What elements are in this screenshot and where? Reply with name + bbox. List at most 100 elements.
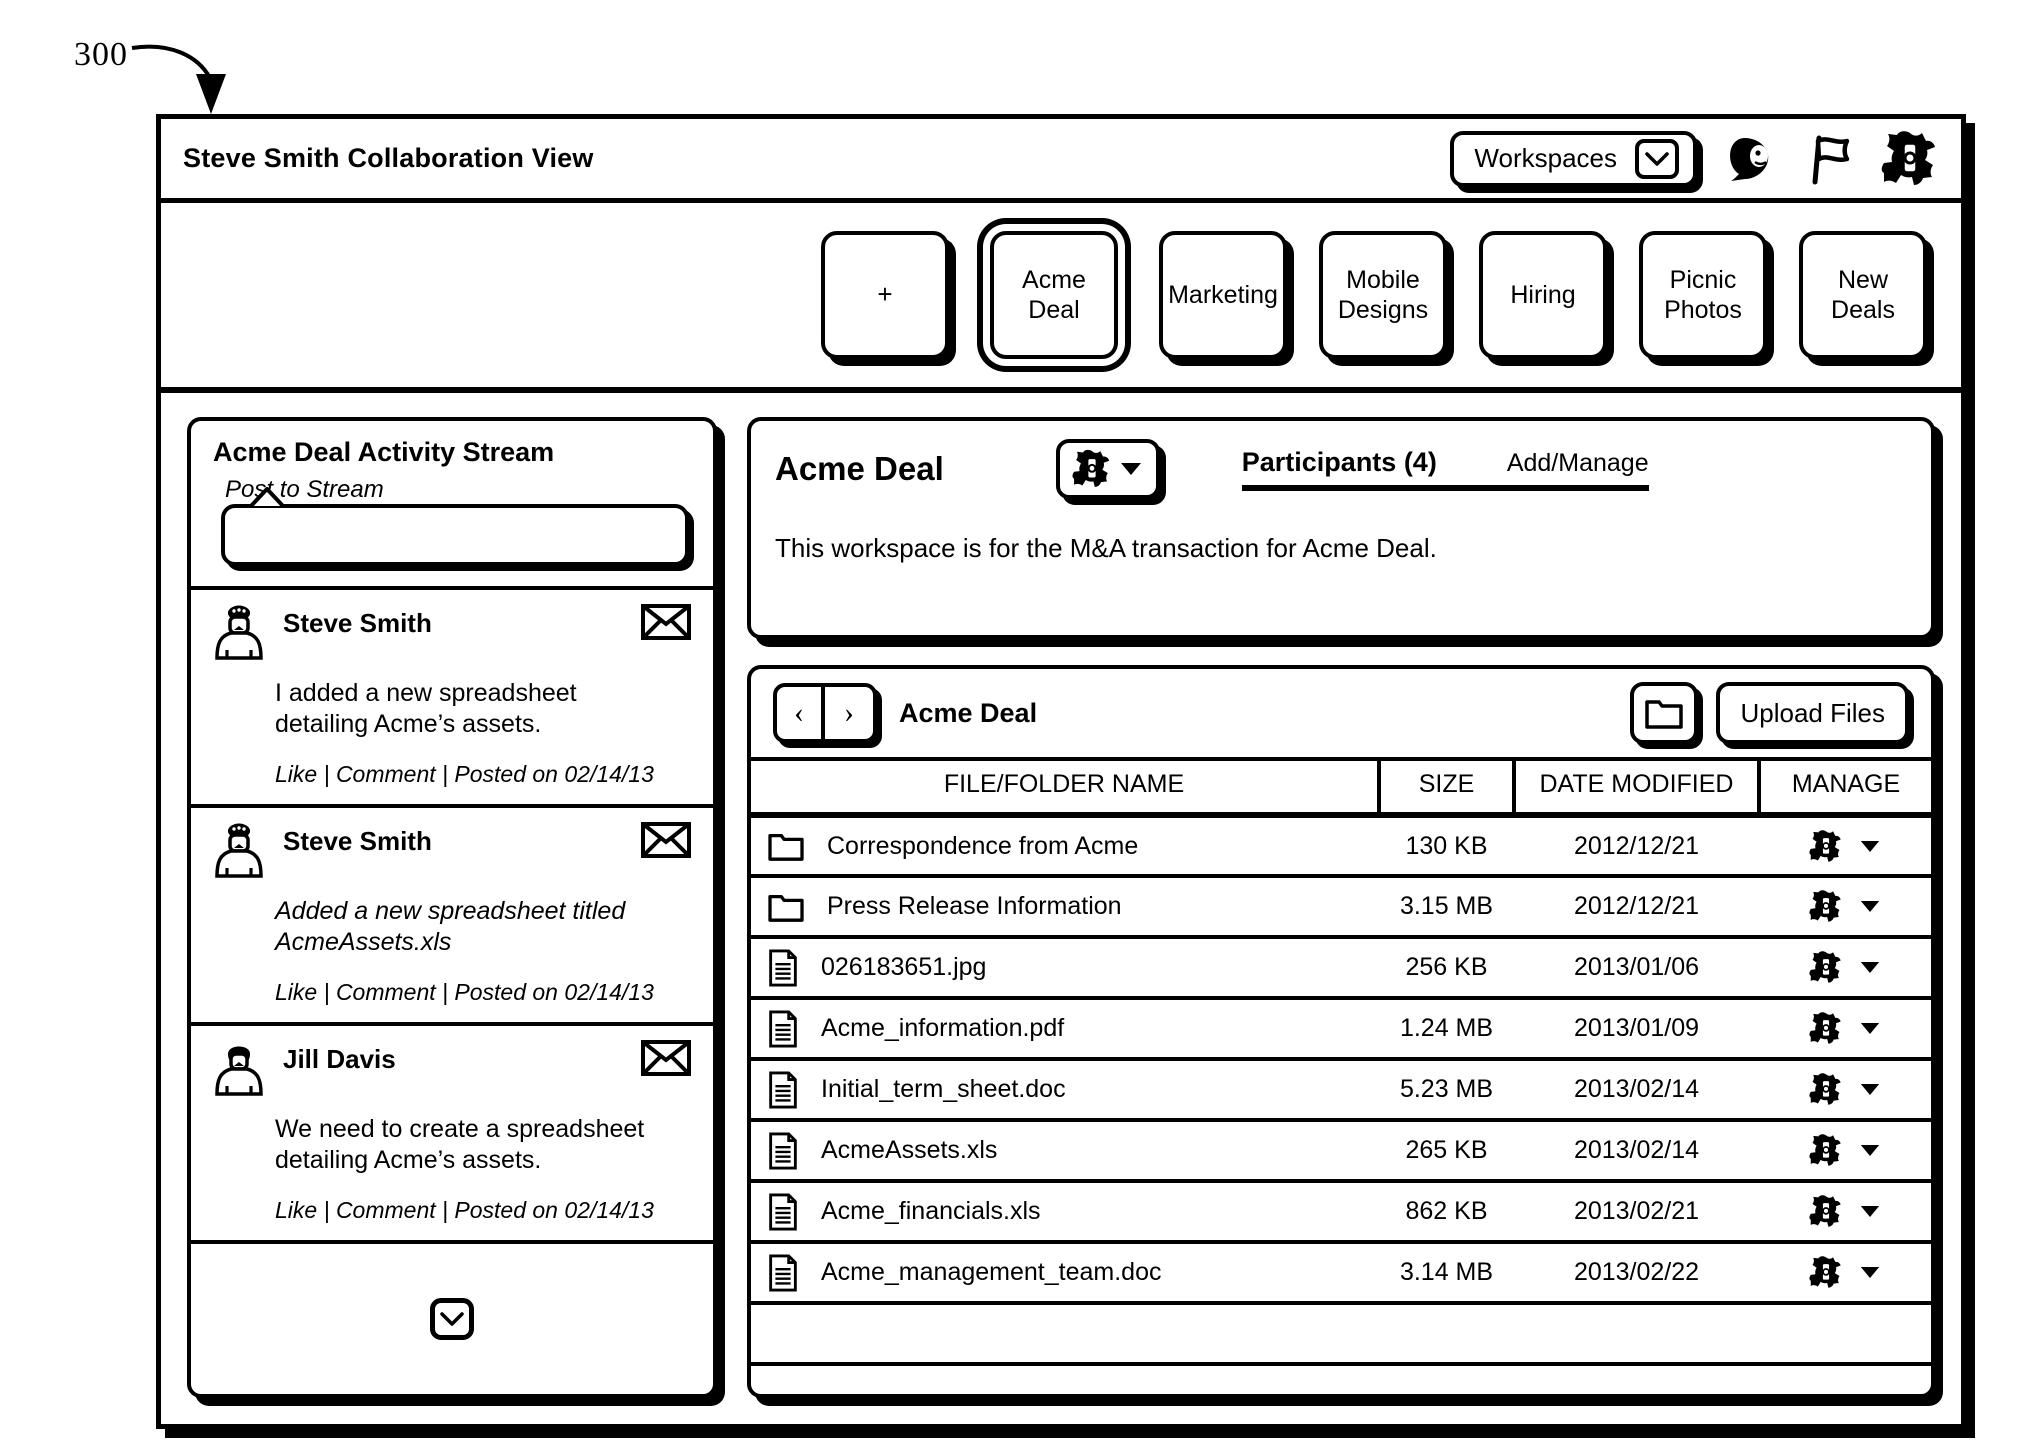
gear-icon: [1809, 951, 1841, 983]
add-workspace-tab[interactable]: +: [821, 231, 949, 359]
add-manage-participants-link[interactable]: Add/Manage: [1507, 449, 1649, 478]
post-compose-wrap: [191, 487, 713, 586]
file-manage-menu[interactable]: [1759, 890, 1931, 923]
participants-bar: Participants (4) Add/Manage: [1241, 447, 1649, 491]
activity-post-author: Steve Smith: [283, 608, 432, 638]
workspace-settings-button[interactable]: [1055, 439, 1160, 499]
post-compose-input[interactable]: [221, 504, 689, 566]
caret-down-icon: [1860, 1023, 1880, 1034]
table-row[interactable]: 026183651.jpg 256 KB 2013/01/06: [751, 937, 1931, 1000]
upload-files-button[interactable]: Upload Files: [1716, 682, 1909, 744]
workspace-tab-picnic-photos[interactable]: Picnic Photos: [1639, 231, 1767, 359]
activity-post-actions[interactable]: Like | Comment | Posted on 02/14/13: [275, 979, 691, 1006]
file-name: Press Release Information: [827, 892, 1122, 920]
file-date-modified: 2012/12/21: [1514, 876, 1759, 939]
document-icon: [769, 1009, 797, 1048]
forward-button[interactable]: ›: [825, 687, 873, 739]
envelope-icon[interactable]: [641, 822, 691, 858]
envelope-icon[interactable]: [641, 604, 691, 640]
table-row[interactable]: Acme_information.pdf 1.24 MB 2013/01/09: [751, 998, 1931, 1061]
flag-icon[interactable]: [1805, 132, 1855, 186]
file-browser-panel: ‹ › Acme Deal Upload Files FILE/FOLDER N…: [747, 665, 1935, 1398]
back-button[interactable]: ‹: [777, 687, 825, 739]
column-header-manage: MANAGE: [1759, 757, 1931, 818]
chevron-down-icon[interactable]: [430, 1298, 474, 1340]
folder-icon: [768, 834, 804, 861]
workspaces-dropdown[interactable]: Workspaces: [1450, 130, 1697, 187]
file-name: Initial_term_sheet.doc: [821, 1075, 1066, 1103]
file-manage-menu[interactable]: [1759, 829, 1931, 863]
caret-down-icon: [1860, 1267, 1880, 1278]
file-name: AcmeAssets.xls: [821, 1136, 998, 1164]
file-manage-menu[interactable]: [1759, 1195, 1931, 1228]
activity-post[interactable]: Steve Smith I added a new spreadsheet de…: [191, 590, 713, 808]
activity-post[interactable]: Steve Smith Added a new spreadsheet titl…: [191, 808, 713, 1026]
page-title: Steve Smith Collaboration View: [183, 143, 594, 173]
workspace-tab-acme-deal[interactable]: Acme Deal: [990, 231, 1118, 359]
gear-icon: [1809, 890, 1841, 922]
activity-post-message: We need to create a spreadsheet detailin…: [275, 1115, 645, 1174]
new-folder-button[interactable]: [1630, 682, 1699, 744]
activity-post[interactable]: Jill Davis We need to create a spreadshe…: [191, 1026, 713, 1244]
table-row[interactable]: Acme_financials.xls 862 KB 2013/02/21: [751, 1181, 1931, 1244]
file-size: 130 KB: [1379, 815, 1514, 878]
table-row[interactable]: AcmeAssets.xls 265 KB 2013/02/14: [751, 1120, 1931, 1183]
column-header-date[interactable]: DATE MODIFIED: [1514, 757, 1761, 818]
document-icon: [769, 1253, 797, 1292]
figure-canvas: 300 Steve Smith Collaboration View Works…: [0, 0, 2044, 1450]
workspace-tab-strip: + Acme Deal Marketing Mobile Designs Hir…: [161, 203, 1961, 393]
figure-reference-number: 300: [74, 36, 128, 73]
workspace-name: Acme Deal: [775, 450, 944, 487]
gear-icon: [1809, 1195, 1841, 1227]
gear-icon: [1072, 449, 1110, 487]
gear-icon: [1809, 829, 1841, 862]
file-date-modified: 2012/12/21: [1514, 815, 1759, 878]
gear-icon: [1809, 1073, 1841, 1105]
file-date-modified: 2013/02/22: [1514, 1242, 1759, 1305]
file-date-modified: 2013/02/21: [1514, 1181, 1759, 1244]
column-header-name[interactable]: FILE/FOLDER NAME: [751, 757, 1381, 818]
caret-down-icon: [1860, 1145, 1880, 1156]
file-browser-actions: Upload Files: [1630, 682, 1909, 744]
file-size: 5.23 MB: [1379, 1059, 1514, 1122]
workspace-tab-mobile-designs[interactable]: Mobile Designs: [1319, 231, 1447, 359]
file-manage-menu[interactable]: [1759, 951, 1931, 984]
table-row[interactable]: Press Release Information 3.15 MB 2012/1…: [751, 876, 1931, 939]
file-date-modified: 2013/02/14: [1514, 1059, 1759, 1122]
file-manage-menu[interactable]: [1759, 1134, 1931, 1167]
workspace-tab-new-deals[interactable]: New Deals: [1799, 231, 1927, 359]
file-size: 3.14 MB: [1379, 1242, 1514, 1305]
activity-stream-panel: Acme Deal Activity Stream Post to Stream: [187, 417, 717, 1398]
document-icon: [769, 1192, 797, 1231]
file-browser-toolbar: ‹ › Acme Deal Upload Files: [751, 669, 1931, 757]
file-manage-menu[interactable]: [1759, 1012, 1931, 1045]
workspace-tab-marketing[interactable]: Marketing: [1159, 231, 1287, 359]
workspace-tab-hiring[interactable]: Hiring: [1479, 231, 1607, 359]
file-size: 3.15 MB: [1379, 876, 1514, 939]
chevron-down-icon[interactable]: [1635, 138, 1679, 179]
right-column: Acme Deal Participants (4) Add/Manage Th…: [747, 417, 1935, 1398]
activity-stream-title: Acme Deal Activity Stream: [213, 437, 555, 467]
table-row[interactable]: Correspondence from Acme 130 KB 2012/12/…: [751, 815, 1931, 878]
user-avatar-icon: [215, 1046, 263, 1096]
file-name: Acme_management_team.doc: [821, 1258, 1162, 1286]
envelope-icon[interactable]: [641, 1040, 691, 1076]
activity-post-list: Steve Smith I added a new spreadsheet de…: [191, 586, 713, 1244]
file-name: Acme_financials.xls: [821, 1197, 1041, 1225]
gear-icon: [1809, 1134, 1841, 1166]
title-bar: Steve Smith Collaboration View Workspace…: [161, 119, 1961, 203]
file-date-modified: 2013/01/09: [1514, 998, 1759, 1061]
user-avatar-icon[interactable]: [1723, 134, 1779, 184]
activity-post-actions[interactable]: Like | Comment | Posted on 02/14/13: [275, 1197, 691, 1224]
file-manage-menu[interactable]: [1759, 1256, 1931, 1289]
activity-post-actions[interactable]: Like | Comment | Posted on 02/14/13: [275, 761, 691, 788]
file-size: 862 KB: [1379, 1181, 1514, 1244]
file-name: 026183651.jpg: [821, 953, 987, 981]
file-manage-menu[interactable]: [1759, 1073, 1931, 1106]
figure-leader-line: [131, 44, 226, 114]
table-row[interactable]: Acme_management_team.doc 3.14 MB 2013/02…: [751, 1242, 1931, 1305]
table-row[interactable]: Initial_term_sheet.doc 5.23 MB 2013/02/1…: [751, 1059, 1931, 1122]
gear-icon[interactable]: [1881, 130, 1939, 187]
column-header-size[interactable]: SIZE: [1379, 757, 1516, 818]
file-date-modified: 2013/02/14: [1514, 1120, 1759, 1183]
